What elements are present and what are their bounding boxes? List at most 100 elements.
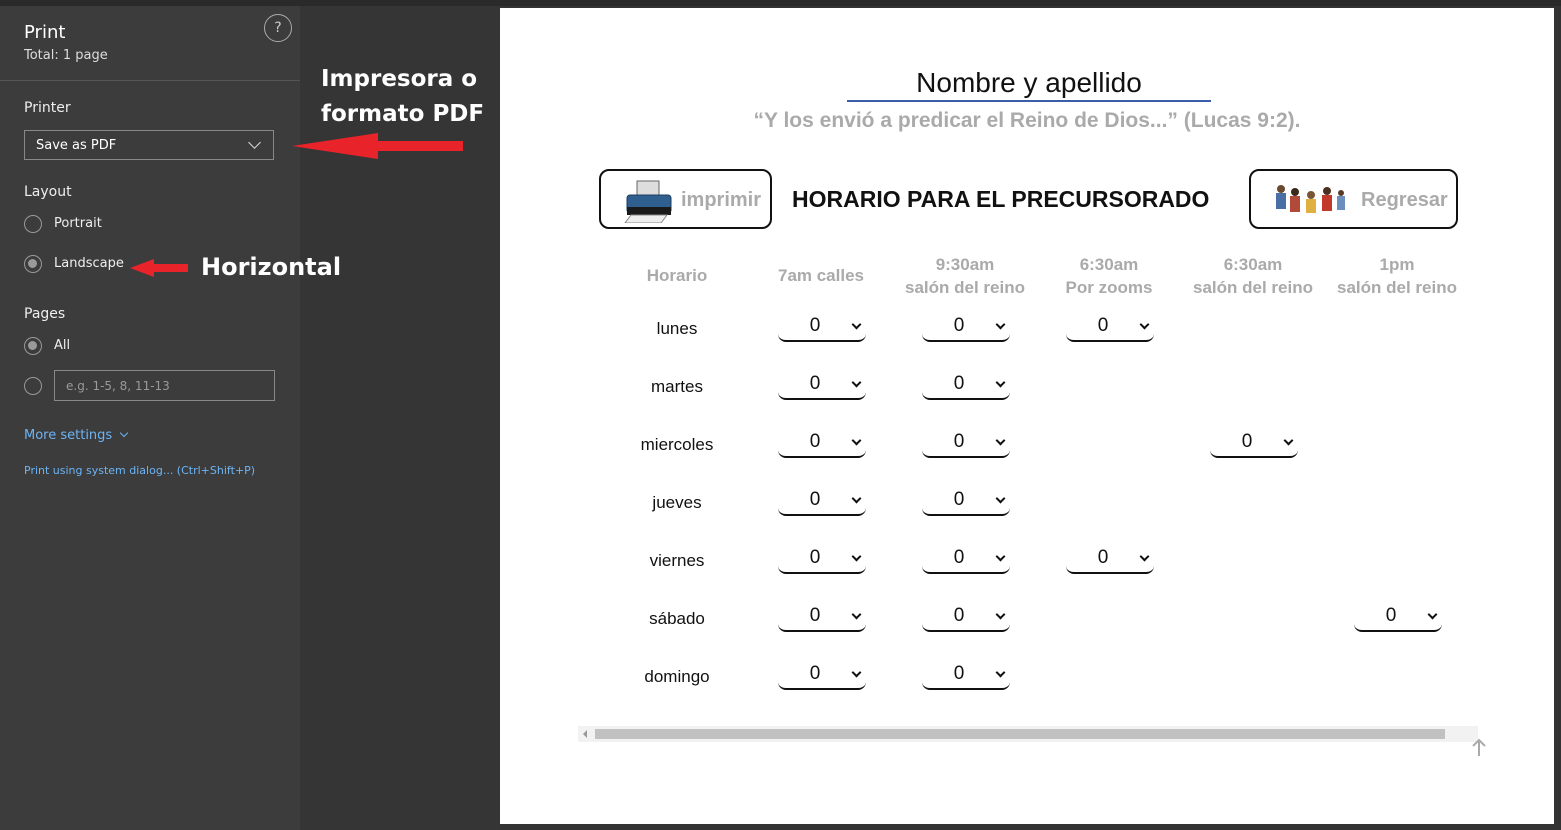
day-label: lunes	[656, 319, 698, 338]
hours-value: 0	[953, 663, 965, 684]
day-label: jueves	[652, 493, 702, 512]
hours-value: 0	[953, 373, 965, 394]
chevron-down-icon	[995, 551, 1006, 562]
bible-quote: “Y los envió a predicar el Reino de Dios…	[753, 109, 1301, 132]
hours-value: 0	[953, 431, 965, 452]
hours-select[interactable]: 0	[922, 605, 1010, 632]
landscape-radio[interactable]	[24, 255, 42, 273]
back-button-label: Regresar	[1361, 189, 1448, 211]
day-label: sábado	[649, 609, 705, 628]
hours-select[interactable]: 0	[778, 663, 866, 690]
printer-value: Save as PDF	[36, 138, 117, 153]
chevron-down-icon	[851, 551, 862, 562]
hours-value: 0	[809, 489, 821, 510]
print-button-label: imprimir	[681, 189, 762, 211]
day-label: viernes	[649, 551, 705, 570]
print-title: Print	[24, 22, 66, 43]
column-header-630am-zoom: 6:30am Por zooms	[1065, 255, 1153, 297]
hours-select[interactable]: 0	[922, 373, 1010, 400]
hours-value: 0	[809, 547, 821, 568]
hours-select[interactable]: 0	[922, 547, 1010, 574]
day-label: domingo	[644, 667, 710, 686]
chevron-down-icon	[995, 609, 1006, 620]
hours-select[interactable]: 0	[1354, 605, 1442, 632]
hours-select[interactable]: 0	[1210, 431, 1298, 458]
column-header-630am-salon: 6:30am salón del reino	[1193, 255, 1313, 297]
printer-annotation: Impresora o formato PDF	[321, 66, 485, 127]
hours-select[interactable]: 0	[1066, 315, 1154, 342]
arrow-left-icon	[292, 133, 463, 159]
hours-value: 0	[953, 315, 965, 336]
hours-value: 0	[1385, 605, 1397, 626]
schedule-heading: HORARIO PARA EL PRECURSORADO	[792, 186, 1210, 212]
chevron-down-icon	[995, 493, 1006, 504]
layout-annotation: Horizontal	[201, 253, 342, 281]
column-header-horario: Horario	[646, 266, 708, 285]
print-button[interactable]: imprimir	[599, 169, 772, 229]
day-label: miercoles	[640, 435, 714, 454]
scrollbar-thumb[interactable]	[595, 729, 1445, 739]
pages-range-placeholder: e.g. 1-5, 8, 11-13	[66, 379, 170, 393]
landscape-label[interactable]: Landscape	[54, 256, 124, 271]
portrait-radio[interactable]	[24, 215, 42, 233]
chevron-down-icon	[248, 136, 261, 149]
chevron-down-icon	[851, 493, 862, 504]
hours-select[interactable]: 0	[922, 489, 1010, 516]
chevron-down-icon	[851, 667, 862, 678]
pages-all-radio[interactable]	[24, 337, 42, 355]
pages-label: Pages	[24, 306, 66, 322]
hours-value: 0	[809, 663, 821, 684]
hours-select[interactable]: 0	[922, 663, 1010, 690]
chevron-down-icon	[995, 667, 1006, 678]
hours-select[interactable]: 0	[778, 373, 866, 400]
hours-select[interactable]: 0	[778, 489, 866, 516]
column-header-7am: 7am calles	[777, 266, 864, 285]
hours-select[interactable]: 0	[778, 431, 866, 458]
chevron-down-icon	[851, 609, 862, 620]
back-button[interactable]: Regresar	[1249, 169, 1458, 229]
chevron-down-icon	[120, 428, 129, 438]
more-settings-link[interactable]: More settings	[24, 428, 129, 443]
hours-value: 0	[1097, 315, 1109, 336]
hours-select[interactable]: 0	[1066, 547, 1154, 574]
hours-value: 0	[953, 547, 965, 568]
chevron-down-icon	[851, 435, 862, 446]
scroll-left-icon[interactable]	[583, 730, 587, 738]
horizontal-scrollbar[interactable]	[578, 726, 1478, 742]
hours-select[interactable]: 0	[922, 315, 1010, 342]
hours-value: 0	[809, 605, 821, 626]
column-header-1pm: 1pm salón del reino	[1337, 255, 1457, 297]
hours-select[interactable]: 0	[922, 431, 1010, 458]
hours-select[interactable]: 0	[778, 605, 866, 632]
divider	[0, 80, 300, 81]
chevron-down-icon	[995, 435, 1006, 446]
page-total: Total: 1 page	[24, 48, 108, 63]
chevron-down-icon	[995, 319, 1006, 330]
chevron-down-icon	[851, 377, 862, 388]
layout-label: Layout	[24, 184, 72, 200]
chevron-down-icon	[1283, 435, 1294, 446]
pages-all-label[interactable]: All	[54, 338, 70, 353]
arrow-up-icon[interactable]	[1470, 738, 1488, 758]
chevron-down-icon	[1427, 609, 1438, 620]
printer-select[interactable]: Save as PDF	[24, 130, 274, 160]
portrait-label[interactable]: Portrait	[54, 216, 102, 231]
name-field[interactable]: Nombre y apellido	[847, 66, 1211, 102]
people-icon	[1276, 185, 1345, 213]
hours-value: 0	[953, 489, 965, 510]
hours-value: 0	[1097, 547, 1109, 568]
chevron-down-icon	[995, 377, 1006, 388]
hours-select[interactable]: 0	[778, 547, 866, 574]
help-icon[interactable]: ?	[264, 14, 292, 42]
printer-icon	[624, 180, 672, 223]
hours-select[interactable]: 0	[778, 315, 866, 342]
hours-value: 0	[809, 373, 821, 394]
pages-custom-radio[interactable]	[24, 377, 42, 395]
hours-value: 0	[809, 315, 821, 336]
hours-value: 0	[1241, 431, 1253, 452]
hours-value: 0	[953, 605, 965, 626]
system-dialog-link[interactable]: Print using system dialog... (Ctrl+Shift…	[24, 464, 255, 477]
chevron-down-icon	[851, 319, 862, 330]
print-settings-panel: Print Total: 1 page ? Printer Save as PD…	[0, 6, 300, 830]
pages-range-input[interactable]: e.g. 1-5, 8, 11-13	[54, 370, 275, 401]
